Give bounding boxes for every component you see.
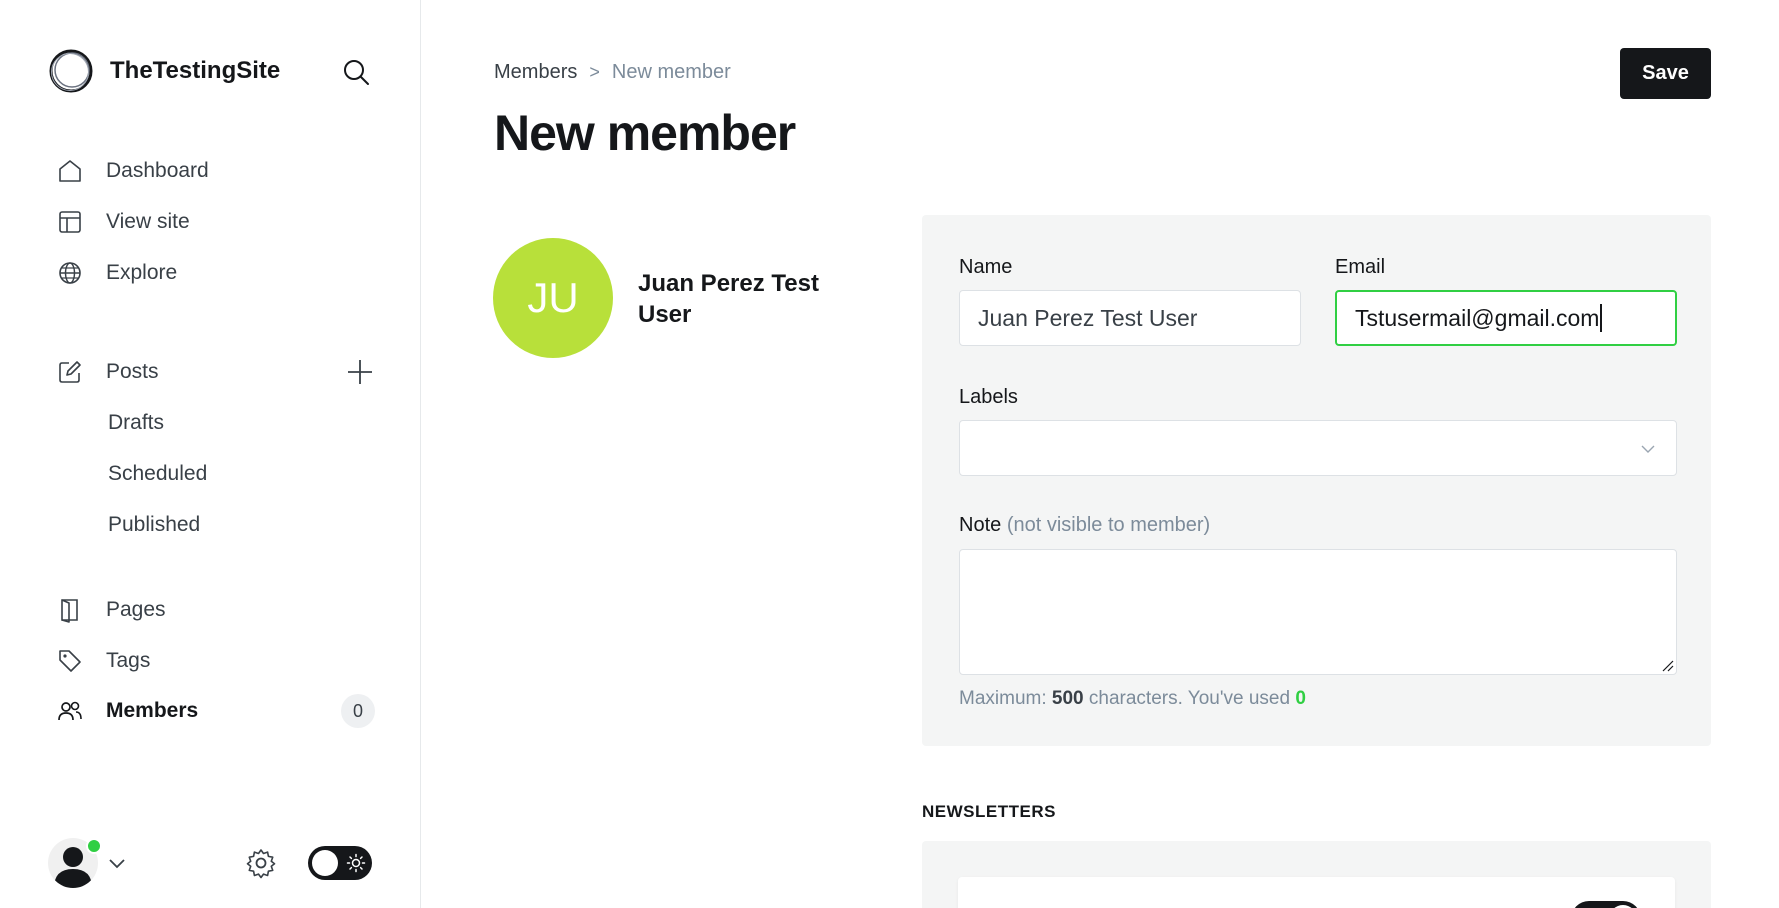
theme-toggle[interactable] [308,846,372,880]
resize-grip-icon[interactable] [1660,658,1674,672]
online-status-dot [86,838,102,854]
search-icon [344,60,369,85]
sun-icon [346,853,366,873]
note-label: Note (not visible to member) [959,514,1210,537]
sidebar-item-label: Explore [106,261,178,284]
member-display-name: Juan Perez Test User [638,270,819,328]
page-title: New member [494,105,796,161]
tag-icon [56,647,84,675]
sidebar-item-explore[interactable]: Explore [56,257,177,289]
note-textarea[interactable] [959,549,1677,675]
name-label: Name [959,256,1013,278]
site-logo-icon [49,49,93,93]
sidebar-item-scheduled[interactable]: Scheduled [108,458,207,490]
newsletter-subscribe-toggle[interactable] [1571,901,1641,908]
save-button[interactable]: Save [1620,48,1711,99]
sidebar-item-pages[interactable]: Pages [56,594,166,626]
sidebar-item-label: Drafts [108,411,165,434]
page-icon [56,596,84,624]
sidebar-item-posts[interactable]: Posts [56,356,159,388]
name-input[interactable]: Juan Perez Test User [959,290,1301,346]
email-input[interactable]: Tstusermail@gmail.com [1335,290,1677,346]
breadcrumb-current: New member [611,61,731,83]
gear-icon [246,849,276,879]
text-caret [1600,304,1603,332]
member-form-panel: Name Juan Perez Test User Email Tstuserm… [922,215,1711,746]
sidebar-item-published[interactable]: Published [108,509,200,541]
sidebar-item-dashboard[interactable]: Dashboard [56,155,209,187]
char-counter-used: 0 [1295,688,1306,709]
plus-icon [348,360,372,384]
breadcrumb: Members > New member [494,61,731,84]
site-name: TheTestingSite [110,57,281,84]
email-label: Email [1335,256,1386,278]
sidebar-item-label: Tags [106,649,151,672]
char-counter-max: 500 [1051,688,1084,709]
newsletters-panel [922,841,1711,908]
sidebar-item-view-site[interactable]: View site [56,206,190,238]
breadcrumb-separator: > [589,62,600,82]
sidebar-item-members[interactable]: Members [56,695,198,727]
note-hint: (not visible to member) [1006,514,1211,536]
sidebar-item-label: Published [108,513,201,536]
home-icon [56,157,84,185]
users-icon [56,697,84,725]
members-count-badge: 0 [341,694,375,728]
search-button[interactable] [340,56,372,88]
note-label-text: Note [959,514,1002,536]
labels-label: Labels [959,386,1018,408]
sidebar-item-label: Members [106,699,199,722]
newsletters-heading: NEWSLETTERS [922,802,1056,821]
globe-icon [56,259,84,287]
labels-select[interactable] [959,420,1677,476]
name-input-value: Juan Perez Test User [978,304,1198,331]
char-counter-prefix: Maximum: [959,688,1047,709]
sidebar: TheTestingSite Dashboard View site Explo… [0,0,421,908]
toggle-knob [312,850,338,876]
pencil-icon [56,358,84,386]
sidebar-item-drafts[interactable]: Drafts [108,407,164,439]
sidebar-item-tags[interactable]: Tags [56,645,150,677]
sidebar-item-label: Pages [106,598,166,621]
chevron-down-icon [109,859,125,869]
sidebar-item-label: View site [106,210,190,233]
email-input-value: Tstusermail@gmail.com [1355,304,1600,331]
brand[interactable]: TheTestingSite [48,48,280,94]
char-counter: Maximum: 500 characters. You've used 0 [959,688,1306,710]
sidebar-item-label: Scheduled [108,462,208,485]
sidebar-item-label: Dashboard [106,159,209,182]
layout-icon [56,208,84,236]
char-counter-middle: characters. You've used [1088,688,1291,709]
sidebar-item-label: Posts [106,360,159,383]
add-post-button[interactable] [344,356,376,388]
chevron-down-icon [1641,445,1655,453]
settings-button[interactable] [244,846,278,880]
member-avatar: JU [493,238,613,358]
newsletter-card [958,877,1675,908]
breadcrumb-members-link[interactable]: Members [494,61,577,84]
